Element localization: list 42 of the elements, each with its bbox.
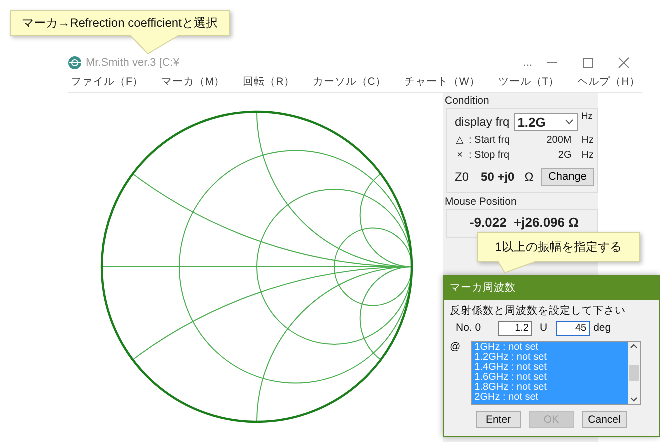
magnitude-field[interactable]: 1.2 [498, 320, 532, 336]
mouse-position-value: -9.022 +j26.096 Ω [468, 214, 580, 232]
field-label: U [540, 322, 548, 334]
menu-item[interactable]: ヘルプ（H） [574, 75, 656, 89]
chevron-down-icon[interactable] [630, 397, 638, 402]
menu-item[interactable]: ファイル（F） [68, 75, 158, 89]
unit-label: Hz [582, 135, 594, 146]
frequency-dropdown[interactable]: 1.2G [514, 113, 578, 131]
value-text: 200M [546, 135, 572, 146]
chevron-up-icon[interactable] [630, 344, 638, 349]
value-text: 2G [558, 150, 572, 161]
instruction-text: 反射係数と周波数を設定して下さい [450, 304, 627, 318]
window-title: Mr.Smith ver.3 [C:¥ [86, 57, 180, 69]
field-label: display frq [455, 115, 510, 129]
menu-item[interactable]: チャート（W） [401, 75, 496, 89]
scrollbar[interactable] [628, 342, 640, 404]
angle-field[interactable]: 45 [556, 320, 590, 336]
field-label: : Stop frq [469, 150, 510, 161]
dialog-title: マーカ周波数 [444, 276, 659, 300]
chevron-down-icon [564, 119, 574, 125]
marker-symbol: × [456, 150, 464, 161]
more-button[interactable]: ... [510, 57, 546, 69]
field-label: No. 0 [455, 322, 482, 334]
menu-item[interactable]: 回転（R） [240, 75, 310, 89]
unit-label: Hz [582, 150, 594, 161]
menu-item[interactable]: ツール（T） [495, 75, 575, 89]
unit-label: Ω [524, 170, 534, 184]
group-title: Condition [445, 95, 490, 107]
list-label: @ [450, 341, 461, 353]
app-logo-icon [68, 56, 82, 70]
unit-label: Hz [582, 111, 593, 121]
impedance-value: 50 +j0 [481, 170, 515, 184]
change-button[interactable]: Change [541, 168, 594, 186]
group-title: Mouse Position [445, 196, 518, 208]
marker-symbol: △ [455, 135, 465, 146]
field-label: : Start frq [469, 135, 510, 146]
field-label: Z0 [455, 170, 470, 184]
unit-label: deg [594, 322, 612, 334]
dialog-button[interactable]: Enter [476, 411, 521, 428]
menu-item[interactable]: カーソル（C） [310, 75, 402, 89]
dialog-button[interactable]: Cancel [582, 411, 627, 428]
menu-item[interactable]: マーカ（M） [158, 75, 240, 89]
